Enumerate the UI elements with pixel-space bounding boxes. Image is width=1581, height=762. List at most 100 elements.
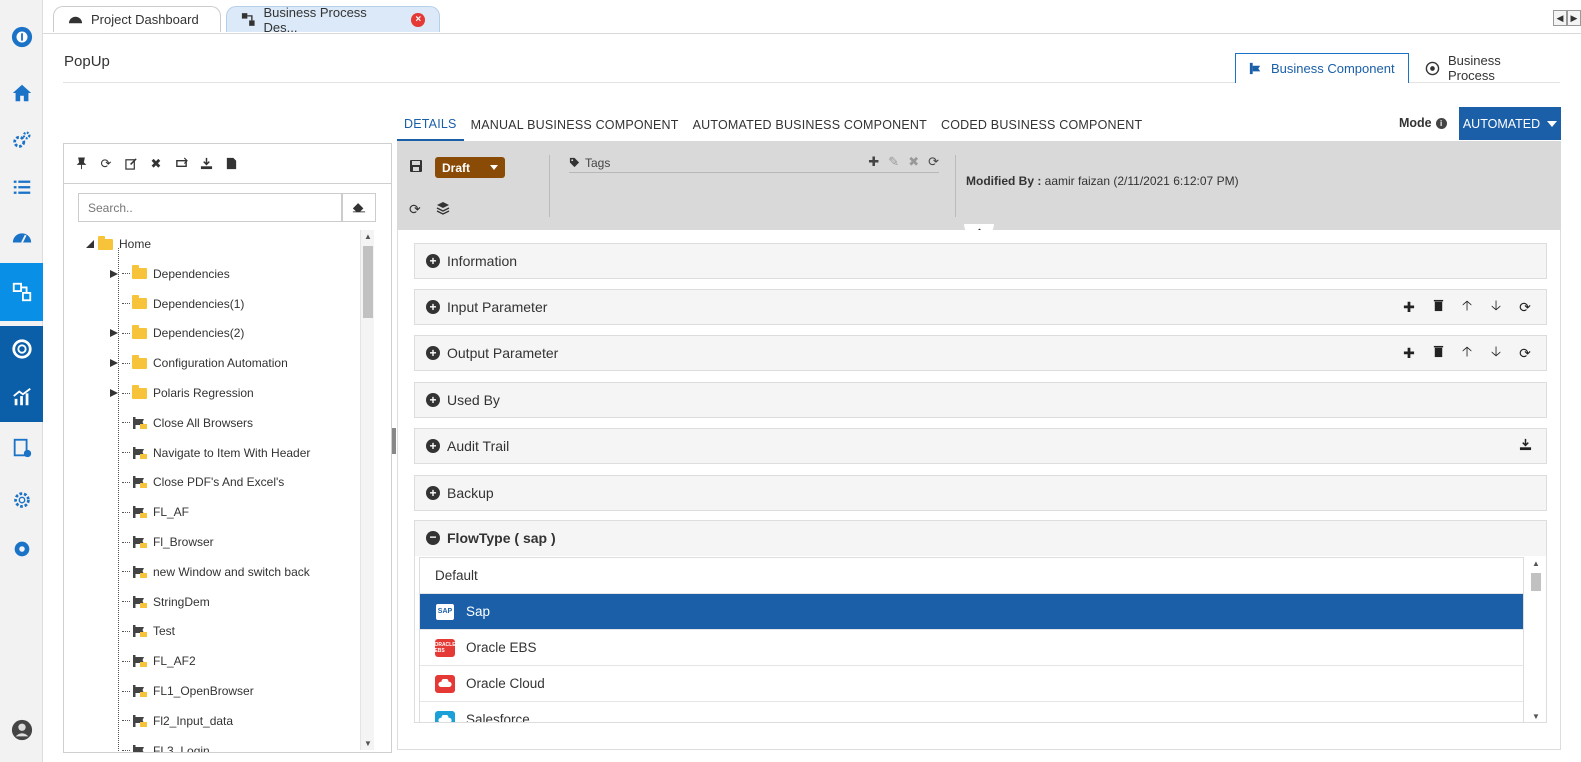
tree-label: FL_AF (153, 505, 190, 520)
tree-component[interactable]: Navigate to Item With Header (110, 443, 310, 463)
eraser-icon (352, 203, 366, 213)
section-audit-trail[interactable]: + Audit Trail (414, 428, 1547, 464)
search-input[interactable] (78, 193, 342, 222)
tab-business-process-designer[interactable]: Business Process Des... × (226, 5, 440, 35)
refresh-tags-icon[interactable]: ⟳ (928, 154, 939, 170)
expand-triangle-icon[interactable] (110, 329, 118, 338)
tree-folder[interactable]: Dependencies(2) (110, 323, 244, 343)
tree-component[interactable]: Close PDF's And Excel's (110, 472, 284, 492)
scroll-left-icon[interactable]: ◀ (1553, 10, 1567, 26)
add-icon[interactable]: ✚ (1402, 299, 1416, 316)
business-process-icon[interactable] (0, 263, 43, 321)
move-icon[interactable] (174, 157, 188, 171)
scrollbar-thumb[interactable] (363, 246, 373, 318)
panel-splitter-handle[interactable] (392, 428, 396, 454)
expand-triangle-icon[interactable] (110, 269, 118, 278)
flowtype-option[interactable]: Default (420, 558, 1523, 594)
expand-triangle-icon[interactable] (110, 359, 118, 368)
flowtype-header[interactable]: − FlowType ( sap ) (426, 530, 556, 546)
add-tag-icon[interactable]: ✚ (868, 154, 879, 170)
edit-tag-icon[interactable]: ✎ (888, 154, 899, 170)
tree-component[interactable]: new Window and switch back (110, 562, 310, 582)
tree-folder[interactable]: Dependencies(1) (110, 294, 244, 314)
section-input-parameter[interactable]: + Input Parameter ✚ 🡡 🡣 ⟳ (414, 289, 1547, 325)
arrow-down-icon[interactable]: 🡣 (1489, 341, 1503, 365)
flowtype-option[interactable]: Salesforce (420, 702, 1523, 723)
delete-icon[interactable]: ✖ (149, 156, 163, 171)
mode-dropdown[interactable]: AUTOMATED (1459, 107, 1561, 140)
status-dropdown[interactable]: Draft (435, 157, 505, 178)
clear-search-button[interactable] (342, 193, 376, 222)
section-information[interactable]: + Information (414, 243, 1547, 279)
trash-icon[interactable] (1431, 345, 1445, 361)
section-used-by[interactable]: + Used By (414, 382, 1547, 418)
arrow-down-icon[interactable]: 🡣 (1489, 295, 1503, 319)
tree-component[interactable]: Close All Browsers (110, 413, 253, 433)
refresh-icon[interactable]: ⟳ (1518, 345, 1532, 362)
pin-icon[interactable] (74, 157, 88, 171)
add-icon[interactable]: ✚ (1402, 345, 1416, 362)
list-icon[interactable] (0, 167, 43, 207)
edit-icon[interactable] (124, 157, 138, 171)
app-logo-icon[interactable] (0, 17, 43, 57)
refresh-icon[interactable]: ⟳ (99, 156, 113, 171)
flowtype-option[interactable]: ORACLE EBS Oracle EBS (420, 630, 1523, 666)
tab-details[interactable]: DETAILS (397, 117, 464, 141)
tree-component[interactable]: StringDem (110, 592, 210, 612)
settings-gear-icon[interactable] (0, 529, 43, 569)
tree-component[interactable]: FL_AF (110, 502, 189, 522)
arrow-up-icon[interactable]: 🡡 (1460, 341, 1474, 365)
tab-business-process[interactable]: Business Process (1413, 53, 1563, 83)
tree-folder[interactable]: Configuration Automation (110, 353, 288, 373)
document-icon[interactable] (224, 157, 238, 171)
download-icon[interactable] (199, 157, 213, 171)
tree-component[interactable]: FL3_Login (110, 741, 210, 752)
close-tab-icon[interactable]: × (411, 12, 425, 27)
scroll-down-icon[interactable]: ▼ (1532, 712, 1540, 721)
layers-icon[interactable] (436, 201, 450, 215)
save-icon[interactable] (409, 159, 423, 173)
scrollbar-thumb[interactable] (1531, 573, 1541, 591)
expand-triangle-icon[interactable] (110, 389, 118, 397)
analytics-chart-icon[interactable] (0, 372, 43, 422)
download-icon[interactable] (1518, 438, 1532, 454)
delete-tag-icon[interactable]: ✖ (908, 154, 919, 170)
tree-component[interactable]: FL1_OpenBrowser (110, 681, 254, 701)
tab-business-component[interactable]: Business Component (1235, 53, 1409, 83)
info-icon[interactable]: i (1435, 117, 1447, 129)
refresh-icon[interactable]: ⟳ (1518, 299, 1532, 316)
tree-component[interactable]: FL_AF2 (110, 651, 196, 671)
tab-project-dashboard[interactable]: Project Dashboard (53, 6, 221, 32)
tree-folder[interactable]: Polaris Regression (110, 383, 254, 403)
section-backup[interactable]: + Backup (414, 475, 1547, 511)
home-icon[interactable] (0, 73, 43, 113)
gears-icon[interactable] (0, 120, 43, 160)
tab-coded-business-component[interactable]: CODED BUSINESS COMPONENT (934, 118, 1149, 141)
option-label: Salesforce (466, 712, 530, 723)
section-output-parameter[interactable]: + Output Parameter ✚ 🡡 🡣 ⟳ (414, 335, 1547, 371)
scroll-right-icon[interactable]: ▶ (1567, 10, 1581, 26)
tags-field[interactable]: Tags ✚ ✎ ✖ ⟳ (569, 153, 939, 173)
flowtype-option[interactable]: Oracle Cloud (420, 666, 1523, 702)
dashboard-gauge-icon[interactable] (0, 217, 43, 257)
flowtype-scrollbar[interactable]: ▲ ▼ (1529, 557, 1543, 723)
flowtype-option[interactable]: SAP Sap (420, 594, 1523, 630)
tree-component[interactable]: Test (110, 621, 175, 641)
tree-component[interactable]: Fl2_Input_data (110, 711, 233, 731)
user-avatar-icon[interactable] (0, 710, 43, 750)
support-lifebuoy-icon[interactable] (0, 326, 43, 372)
scroll-down-icon[interactable]: ▼ (364, 739, 372, 748)
tree-scrollbar[interactable]: ▲ ▼ (360, 230, 374, 750)
settings-gear-outline-icon[interactable] (0, 480, 43, 520)
tree-component[interactable]: Fl_Browser (110, 532, 214, 552)
refresh-icon[interactable]: ⟳ (409, 201, 421, 218)
trash-icon[interactable] (1431, 299, 1445, 315)
tab-automated-business-component[interactable]: AUTOMATED BUSINESS COMPONENT (686, 118, 934, 141)
collapse-triangle-icon[interactable] (86, 240, 94, 248)
report-check-icon[interactable] (0, 428, 43, 468)
tab-manual-business-component[interactable]: MANUAL BUSINESS COMPONENT (464, 118, 686, 141)
scroll-up-icon[interactable]: ▲ (364, 232, 372, 241)
tree-folder[interactable]: Dependencies (110, 264, 230, 284)
arrow-up-icon[interactable]: 🡡 (1460, 295, 1474, 319)
scroll-up-icon[interactable]: ▲ (1532, 559, 1540, 568)
